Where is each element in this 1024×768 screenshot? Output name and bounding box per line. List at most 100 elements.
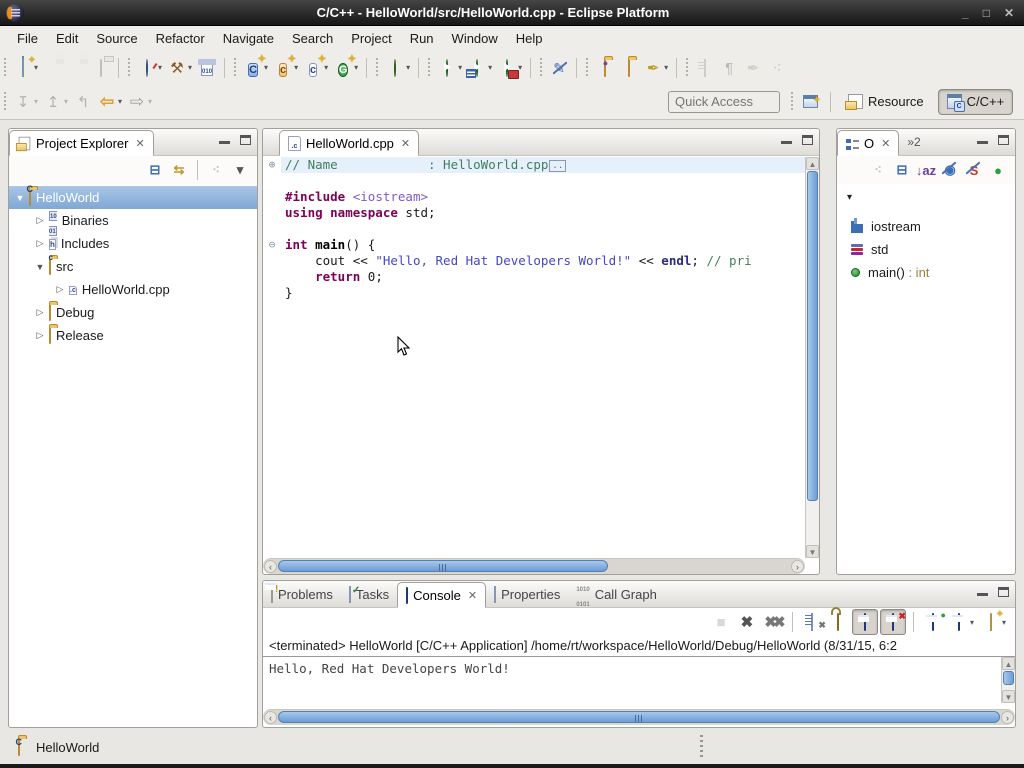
code-text[interactable]: #include <iostream> [281, 189, 805, 205]
expander-closed-icon[interactable]: ▷ [33, 330, 47, 341]
open-perspective-button[interactable] [800, 89, 821, 115]
folded-region-box[interactable]: .. [549, 160, 566, 172]
new-c-project-button[interactable]: C▾ [241, 55, 271, 81]
outline-view-menu[interactable]: ▾ [837, 184, 1015, 203]
tab-tasks[interactable]: Tasks [341, 581, 397, 607]
tab-call-graph[interactable]: 1010 0101Call Graph [568, 581, 665, 607]
external-tools-button[interactable]: ▾ [135, 55, 165, 81]
tree-item-debug[interactable]: ▷Debug [9, 301, 257, 324]
open-type-button[interactable]: ● [593, 55, 617, 81]
expander-open-icon[interactable]: ▼ [13, 193, 27, 203]
console-vertical-scrollbar[interactable]: ▲ ▼ [1001, 657, 1015, 703]
scroll-right-icon[interactable]: › [1001, 711, 1014, 724]
scroll-right-icon[interactable]: › [791, 560, 804, 573]
scroll-lock-button[interactable] [826, 609, 850, 635]
menu-project[interactable]: Project [342, 28, 400, 49]
quick-access-input[interactable] [668, 91, 780, 113]
tree-item-helloworld[interactable]: ▼CHelloWorld [9, 186, 257, 209]
open-console-button[interactable]: ▾ [979, 609, 1009, 635]
expander-closed-icon[interactable]: ▷ [33, 307, 47, 318]
editor-vscroll-thumb[interactable] [807, 171, 818, 501]
tree-item-includes[interactable]: ▷hIncludes [9, 232, 257, 255]
code-line-9[interactable]: } [263, 285, 805, 301]
hide-fields-button[interactable]: ◉ [939, 159, 961, 181]
editor-hscroll-thumb[interactable] [278, 560, 608, 572]
code-text[interactable] [281, 221, 805, 237]
tree-item-release[interactable]: ▷Release [9, 324, 257, 347]
expander-open-icon[interactable]: ▼ [33, 262, 47, 272]
code-line-7[interactable]: cout << "Hello, Red Hat Developers World… [263, 253, 805, 269]
binary-view-button[interactable]: 010 [195, 55, 219, 81]
stacked-views-badge[interactable]: »2 [907, 135, 920, 149]
maximize-button[interactable] [998, 587, 1009, 597]
minimize-button[interactable] [977, 592, 988, 596]
back-button[interactable]: ⇦▾ [95, 89, 125, 115]
search-button[interactable]: ✒▾ [641, 55, 671, 81]
open-resource-button[interactable] [617, 55, 641, 81]
new-c-file-button[interactable]: c▾ [301, 55, 331, 81]
code-text[interactable]: using namespace std; [281, 205, 805, 221]
hide-static-button[interactable]: S [963, 159, 985, 181]
expander-closed-icon[interactable]: ▷ [53, 284, 67, 295]
menu-refactor[interactable]: Refactor [147, 28, 214, 49]
maximize-button[interactable] [802, 135, 813, 145]
scroll-down-icon[interactable]: ▼ [1002, 690, 1015, 703]
code-line-1[interactable]: ⊕// Name : HelloWorld.cpp.. [263, 157, 805, 173]
tree-item-helloworld-cpp[interactable]: ▷.cHelloWorld.cpp [9, 278, 257, 301]
new-wizard-button[interactable]: ▾ [11, 55, 41, 81]
tree-item-binaries[interactable]: ▷1001Binaries [9, 209, 257, 232]
mark-occurrences-button[interactable]: ✎ [547, 55, 571, 81]
close-icon[interactable]: ✕ [401, 137, 410, 150]
build-all-button[interactable]: ⚒▾ [165, 55, 195, 81]
chevron-down-icon[interactable]: ▾ [458, 63, 462, 72]
minimize-button[interactable] [977, 140, 988, 144]
word-wrap-button[interactable] [852, 609, 878, 635]
hide-non-public-button[interactable]: ● [987, 159, 1009, 181]
code-text[interactable] [281, 173, 805, 189]
show-on-output-button[interactable] [880, 609, 906, 635]
chevron-down-icon[interactable]: ▾ [970, 618, 974, 627]
chevron-down-icon[interactable]: ▾ [158, 63, 162, 72]
minimize-button[interactable]: _ [962, 6, 969, 20]
tab-properties[interactable]: Properties [486, 581, 568, 607]
remove-all-terminated-button[interactable]: ✖✖ [761, 609, 785, 635]
scroll-left-icon[interactable]: ‹ [264, 711, 277, 724]
scroll-up-icon[interactable]: ▲ [1002, 657, 1015, 670]
outline-item-iostream[interactable]: iostream [837, 215, 1015, 238]
chevron-down-icon[interactable]: ▾ [406, 63, 410, 72]
chevron-down-icon[interactable]: ▾ [664, 63, 668, 72]
menu-window[interactable]: Window [443, 28, 507, 49]
menu-navigate[interactable]: Navigate [214, 28, 283, 49]
console-vscroll-thumb[interactable] [1003, 671, 1014, 685]
perspective-c-c-[interactable]: C/C++ [938, 89, 1014, 115]
console-hscroll-thumb[interactable] [278, 711, 1000, 723]
chevron-down-icon[interactable]: ▾ [118, 97, 122, 106]
menu-run[interactable]: Run [401, 28, 443, 49]
tab-project-explorer[interactable]: Project Explorer ✕ [9, 130, 154, 156]
code-text[interactable]: return 0; [281, 269, 805, 285]
code-line-4[interactable]: using namespace std; [263, 205, 805, 221]
fold-toggle-icon[interactable]: ⊕ [263, 157, 281, 173]
run-button[interactable]: ▾ [435, 55, 465, 81]
code-line-6[interactable]: ⊖int main() { [263, 237, 805, 253]
view-menu-button[interactable]: ▾ [229, 159, 251, 181]
code-text[interactable]: int main() { [281, 237, 805, 253]
editor-horizontal-scrollbar[interactable]: ‹ › [263, 558, 805, 574]
editor-vertical-scrollbar[interactable]: ▲ ▼ [805, 157, 819, 558]
menu-file[interactable]: File [8, 28, 47, 49]
close-icon[interactable]: ✕ [881, 137, 890, 150]
outline-item-std[interactable]: std [837, 238, 1015, 261]
collapse-all-button[interactable]: ⊟ [891, 159, 913, 181]
code-text[interactable]: // Name : HelloWorld.cpp.. [281, 157, 805, 173]
code-line-5[interactable] [263, 221, 805, 237]
perspective-resource[interactable]: Resource [840, 89, 932, 115]
pin-console-button[interactable] [921, 609, 945, 635]
expander-closed-icon[interactable]: ▷ [33, 215, 47, 226]
collapse-all-button[interactable]: ⊟ [144, 159, 166, 181]
display-console-button[interactable]: ▾ [947, 609, 977, 635]
console-output[interactable]: Hello, Red Hat Developers World! [263, 657, 1015, 680]
console-horizontal-scrollbar[interactable]: ‹ › [263, 709, 1015, 725]
link-with-editor-button[interactable]: ⇆ [168, 159, 190, 181]
run-history-button[interactable]: ▾ [465, 55, 495, 81]
expander-closed-icon[interactable]: ▷ [33, 238, 47, 249]
